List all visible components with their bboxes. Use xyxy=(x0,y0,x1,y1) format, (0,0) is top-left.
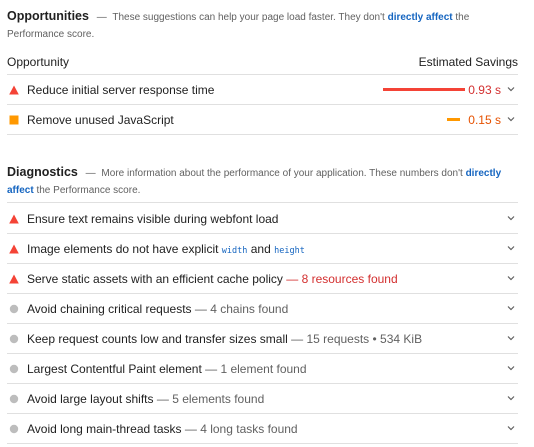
chevron-down-icon[interactable] xyxy=(506,333,516,343)
chevron-down-icon[interactable] xyxy=(506,243,516,253)
savings-bar xyxy=(383,88,465,91)
diagnostic-label: Ensure text remains visible during webfo… xyxy=(27,212,279,226)
diagnostic-detail: — 15 requests • 534 KiB xyxy=(291,332,423,346)
diagnostic-row-request-counts[interactable]: Keep request counts low and transfer siz… xyxy=(7,324,518,354)
circle-icon xyxy=(9,394,19,404)
opportunities-dash: — xyxy=(96,12,107,23)
diagnostics-description: More information about the performance o… xyxy=(101,168,463,179)
diagnostics-dash: — xyxy=(85,168,96,179)
diagnostic-label-wrapper: Image elements do not have explicit widt… xyxy=(27,242,305,256)
diagnostic-detail: — 5 elements found xyxy=(156,392,265,406)
triangle-icon xyxy=(9,214,19,224)
chevron-down-icon[interactable] xyxy=(506,213,516,223)
diagnostic-detail: — 8 resources found xyxy=(286,272,398,286)
diagnostic-label: Serve static assets with an efficient ca… xyxy=(27,272,283,286)
opportunity-row-unused-javascript[interactable]: Remove unused JavaScript 0.15 s xyxy=(7,105,518,135)
chevron-down-icon[interactable] xyxy=(506,423,516,433)
diagnostic-label: Avoid large layout shifts xyxy=(27,392,154,406)
chevron-down-icon[interactable] xyxy=(506,273,516,283)
circle-icon xyxy=(9,424,19,434)
diagnostic-label-wrapper: Largest Contentful Paint element — 1 ele… xyxy=(27,362,307,376)
square-icon xyxy=(9,115,19,125)
estimated-savings-column-label: Estimated Savings xyxy=(418,55,518,69)
diagnostic-label: Image elements do not have explicit xyxy=(27,242,219,256)
diagnostic-detail: — 4 long tasks found xyxy=(184,422,298,436)
diagnostic-row-main-thread-tasks[interactable]: Avoid long main-thread tasks — 4 long ta… xyxy=(7,414,518,444)
circle-icon xyxy=(9,334,19,344)
triangle-icon xyxy=(9,274,19,284)
diagnostic-label: Largest Contentful Paint element xyxy=(27,362,202,376)
opportunities-description: These suggestions can help your page loa… xyxy=(112,12,385,23)
chevron-down-icon[interactable] xyxy=(506,84,516,94)
diagnostic-label-wrapper: Keep request counts low and transfer siz… xyxy=(27,332,422,346)
savings-value: 0.15 s xyxy=(468,113,501,127)
triangle-icon xyxy=(9,244,19,254)
opportunities-title: Opportunities xyxy=(7,9,89,23)
diagnostic-label: Avoid chaining critical requests xyxy=(27,302,192,316)
opportunity-column-header: Opportunity Estimated Savings xyxy=(7,52,518,75)
diagnostic-detail: — 4 chains found xyxy=(194,302,289,316)
code-width: width xyxy=(221,246,248,256)
diagnostics-description-end: the Performance score. xyxy=(36,185,141,196)
diagnostic-label: Avoid long main-thread tasks xyxy=(27,422,182,436)
diagnostic-row-cache-policy[interactable]: Serve static assets with an efficient ca… xyxy=(7,264,518,294)
savings-value: 0.93 s xyxy=(468,83,501,97)
opportunity-label: Remove unused JavaScript xyxy=(27,113,174,127)
opportunity-row-server-response[interactable]: Reduce initial server response time 0.93… xyxy=(7,75,518,105)
chevron-down-icon[interactable] xyxy=(506,114,516,124)
circle-icon xyxy=(9,304,19,314)
diagnostic-label-wrapper: Serve static assets with an efficient ca… xyxy=(27,272,398,286)
circle-icon xyxy=(9,364,19,374)
savings-bar xyxy=(447,118,460,121)
diagnostics-header: Diagnostics — More information about the… xyxy=(7,164,518,203)
opportunities-header: Opportunities — These suggestions can he… xyxy=(7,8,518,43)
diagnostic-row-critical-requests[interactable]: Avoid chaining critical requests — 4 cha… xyxy=(7,294,518,324)
triangle-icon xyxy=(9,85,19,95)
diagnostic-row-image-dimensions[interactable]: Image elements do not have explicit widt… xyxy=(7,234,518,264)
diagnostic-label-wrapper: Avoid large layout shifts — 5 elements f… xyxy=(27,392,264,406)
diagnostic-label-wrapper: Avoid chaining critical requests — 4 cha… xyxy=(27,302,288,316)
diagnostic-label: Keep request counts low and transfer siz… xyxy=(27,332,288,346)
diagnostic-detail: — 1 element found xyxy=(205,362,307,376)
diagnostics-title: Diagnostics xyxy=(7,165,78,179)
opportunities-directly-affect-link[interactable]: directly affect xyxy=(388,12,453,23)
diagnostic-label-and: and xyxy=(250,242,271,256)
chevron-down-icon[interactable] xyxy=(506,393,516,403)
diagnostic-row-lcp-element[interactable]: Largest Contentful Paint element — 1 ele… xyxy=(7,354,518,384)
diagnostic-row-webfont[interactable]: Ensure text remains visible during webfo… xyxy=(7,204,518,234)
chevron-down-icon[interactable] xyxy=(506,303,516,313)
diagnostic-row-layout-shifts[interactable]: Avoid large layout shifts — 5 elements f… xyxy=(7,384,518,414)
chevron-down-icon[interactable] xyxy=(506,363,516,373)
diagnostic-label-wrapper: Avoid long main-thread tasks — 4 long ta… xyxy=(27,422,298,436)
opportunity-label: Reduce initial server response time xyxy=(27,83,215,97)
opportunity-column-label: Opportunity xyxy=(7,55,70,69)
code-height: height xyxy=(274,246,305,256)
